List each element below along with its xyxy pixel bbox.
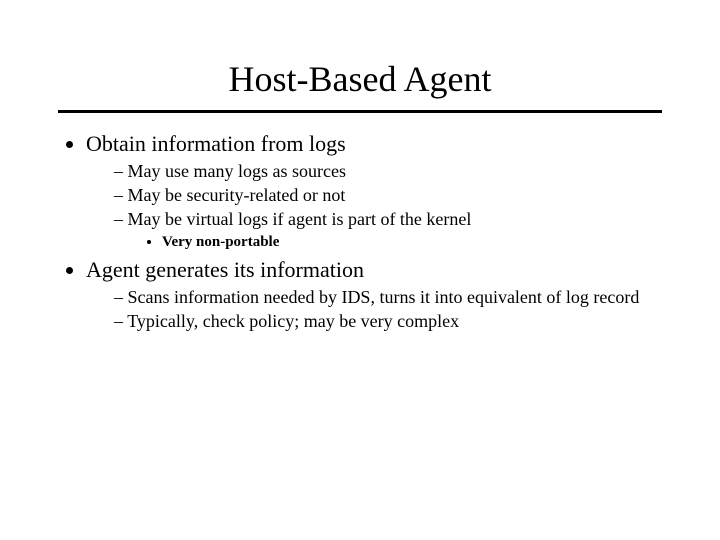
subsub-list: Very non-portable bbox=[114, 234, 662, 251]
slide-content: Obtain information from logs May use man… bbox=[58, 131, 662, 332]
bullet-text: Agent generates its information bbox=[86, 257, 364, 282]
sub-text: May be virtual logs if agent is part of … bbox=[128, 209, 472, 229]
bullet-item: Obtain information from logs May use man… bbox=[86, 131, 662, 251]
bullet-text: Obtain information from logs bbox=[86, 131, 346, 156]
sub-list: May use many logs as sources May be secu… bbox=[86, 161, 662, 251]
sub-item: May be security-related or not bbox=[114, 185, 662, 206]
sub-item: Typically, check policy; may be very com… bbox=[114, 311, 662, 332]
sub-item: May be virtual logs if agent is part of … bbox=[114, 209, 662, 251]
sub-item: May use many logs as sources bbox=[114, 161, 662, 182]
subsub-item: Very non-portable bbox=[162, 234, 662, 251]
sub-list: Scans information needed by IDS, turns i… bbox=[86, 287, 662, 332]
slide-title: Host-Based Agent bbox=[0, 58, 720, 100]
bullet-list: Obtain information from logs May use man… bbox=[58, 131, 662, 332]
slide: Host-Based Agent Obtain information from… bbox=[0, 58, 720, 540]
sub-item: Scans information needed by IDS, turns i… bbox=[114, 287, 662, 308]
title-rule bbox=[58, 110, 662, 113]
bullet-item: Agent generates its information Scans in… bbox=[86, 257, 662, 332]
